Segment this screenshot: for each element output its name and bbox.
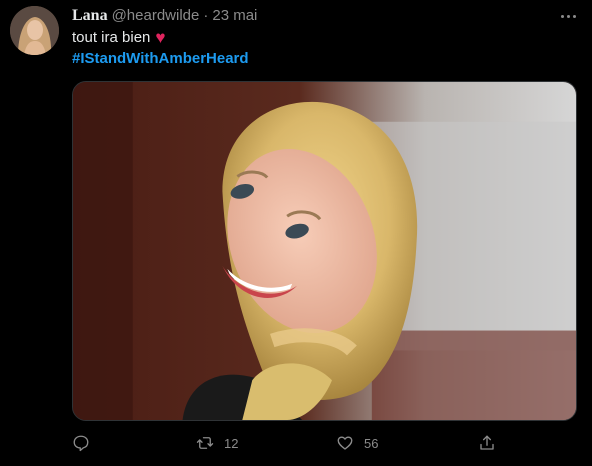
retweet-count: 12 [224,435,239,451]
reply-button[interactable] [72,434,100,452]
tweet-text: tout ira bien ♥ [72,29,165,46]
hashtag-link[interactable]: #IStandWithAmberHeard [72,50,249,67]
tweet-header: Lana @heardwilde · 23 mai [72,7,257,25]
share-button[interactable] [478,434,496,452]
tweet-date[interactable]: 23 mai [212,7,257,24]
more-button[interactable] [556,8,580,24]
like-count: 56 [364,435,379,451]
separator: · [203,7,209,24]
tweet-photo[interactable] [72,81,577,421]
heart-icon [337,436,353,450]
action-bar: 12 56 [0,434,592,456]
display-name[interactable]: Lana [72,7,108,25]
tweet[interactable]: Lana @heardwilde · 23 mai tout ira bien … [0,0,592,466]
reply-icon [73,435,89,452]
share-icon [480,435,494,450]
more-icon [560,14,564,18]
user-handle[interactable]: @heardwilde [112,7,200,24]
retweet-button[interactable]: 12 [196,434,238,452]
photo-image [73,82,576,420]
tweet-text-content: tout ira bien [72,29,151,46]
like-button[interactable]: 56 [336,434,378,452]
retweet-icon [196,437,214,449]
avatar[interactable] [10,6,59,55]
red-heart-emoji: ♥ [155,28,166,47]
